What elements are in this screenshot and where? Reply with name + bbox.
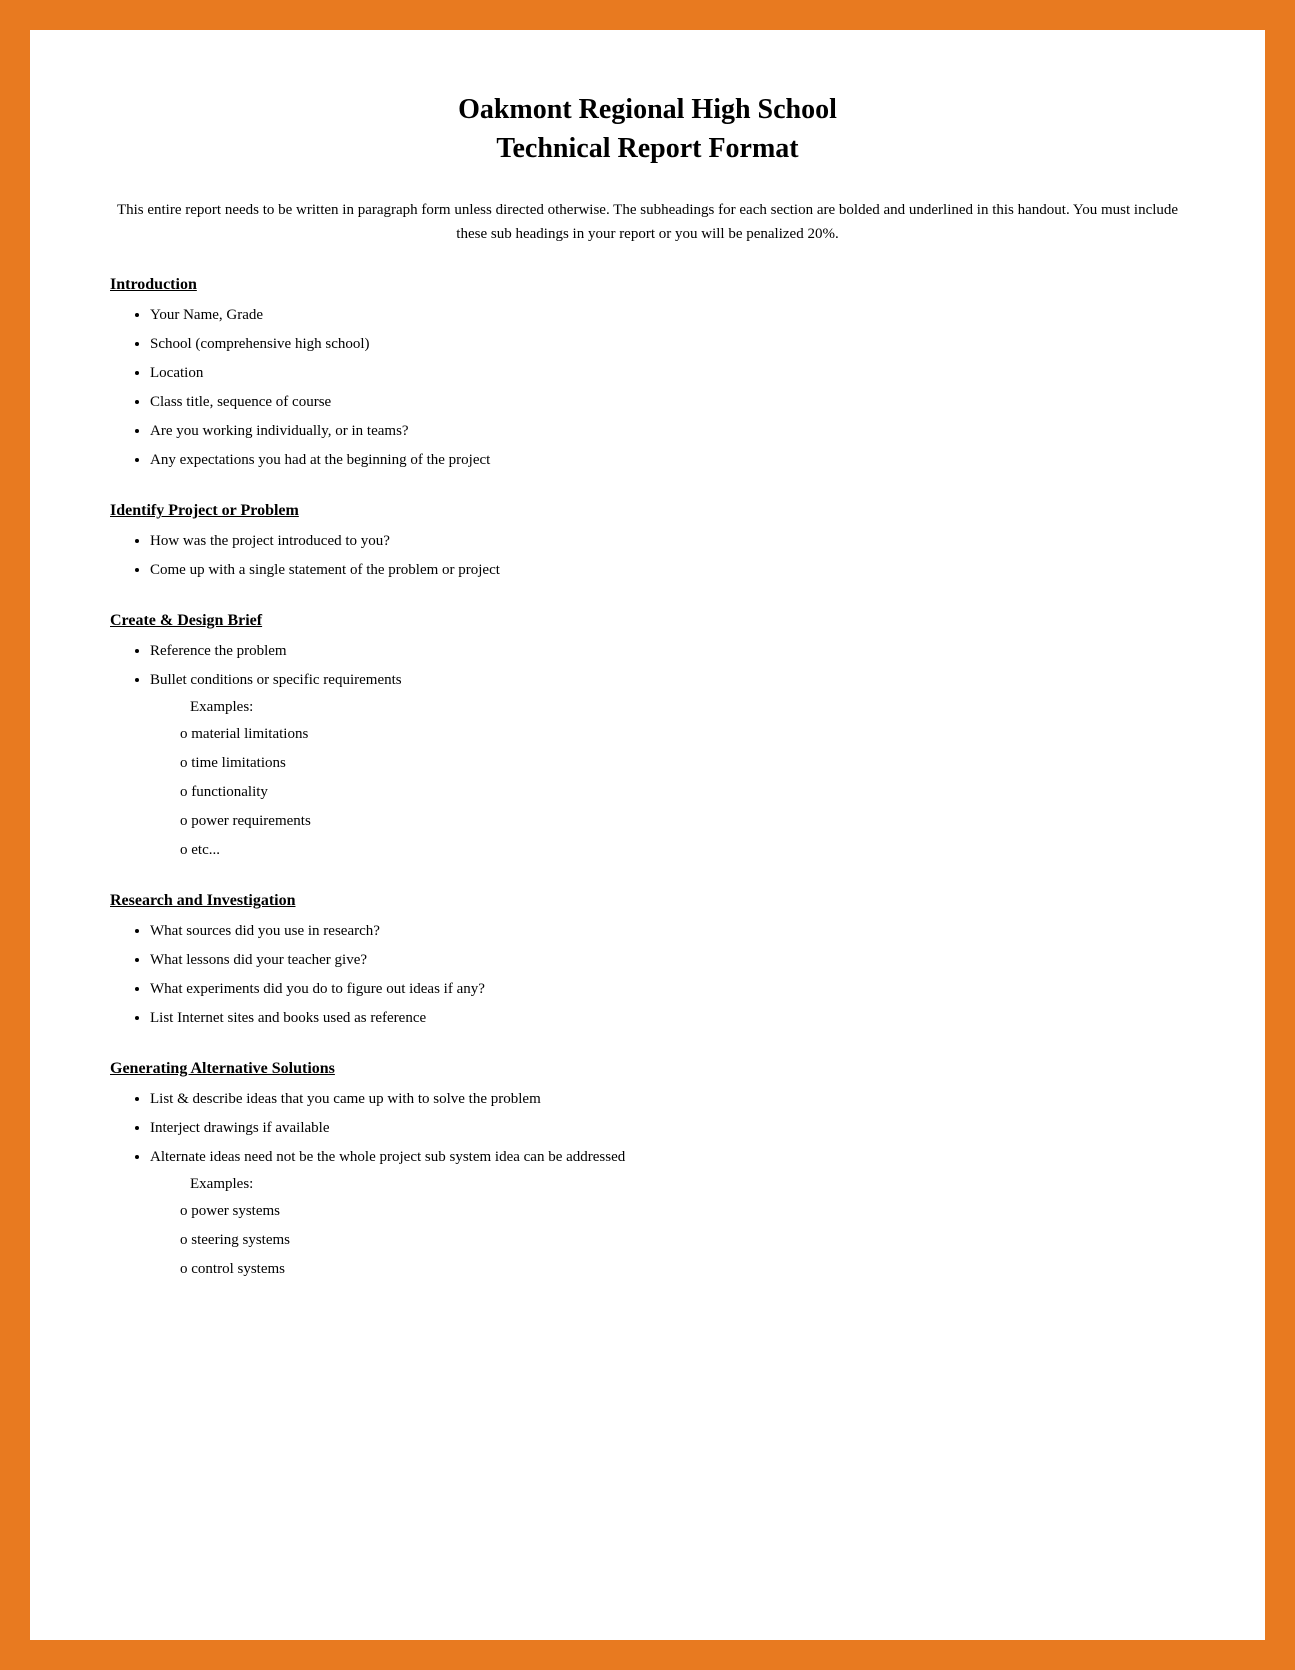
list-item: power requirements <box>180 808 1185 835</box>
list-item: School (comprehensive high school) <box>150 331 1185 358</box>
section-heading-research-investigation: Research and Investigation <box>110 892 1185 910</box>
list-item: control systems <box>180 1256 1185 1283</box>
list-item: Interject drawings if available <box>150 1115 1185 1142</box>
document: Oakmont Regional High School Technical R… <box>30 30 1265 1640</box>
document-title: Oakmont Regional High School Technical R… <box>110 90 1185 168</box>
section-heading-identify-project: Identify Project or Problem <box>110 502 1185 520</box>
generating-bullet-list: List & describe ideas that you came up w… <box>150 1086 1185 1283</box>
list-item: How was the project introduced to you? <box>150 528 1185 555</box>
list-item: functionality <box>180 779 1185 806</box>
page-wrapper: Oakmont Regional High School Technical R… <box>0 0 1295 1670</box>
document-intro: This entire report needs to be written i… <box>110 198 1185 246</box>
title-line2: Technical Report Format <box>110 129 1185 168</box>
title-line1: Oakmont Regional High School <box>110 90 1185 129</box>
list-item: steering systems <box>180 1227 1185 1254</box>
intro-bullet-list: Your Name, Grade School (comprehensive h… <box>150 302 1185 474</box>
list-item: Any expectations you had at the beginnin… <box>150 447 1185 474</box>
list-item: Reference the problem <box>150 638 1185 665</box>
list-item: List Internet sites and books used as re… <box>150 1005 1185 1032</box>
section-research-investigation: Research and Investigation What sources … <box>110 892 1185 1032</box>
list-item: Alternate ideas need not be the whole pr… <box>150 1144 1185 1283</box>
list-item: Location <box>150 360 1185 387</box>
list-item: Bullet conditions or specific requiremen… <box>150 667 1185 864</box>
section-heading-create-design-brief: Create & Design Brief <box>110 612 1185 630</box>
alt-solutions-sub-list: power systems steering systems control s… <box>180 1198 1185 1283</box>
list-item: Class title, sequence of course <box>150 389 1185 416</box>
design-brief-sub-list: material limitations time limitations fu… <box>180 721 1185 864</box>
list-item: material limitations <box>180 721 1185 748</box>
examples-label: Examples: <box>190 694 1185 721</box>
identify-bullet-list: How was the project introduced to you? C… <box>150 528 1185 584</box>
section-heading-introduction: Introduction <box>110 276 1185 294</box>
list-item: Come up with a single statement of the p… <box>150 557 1185 584</box>
list-item: List & describe ideas that you came up w… <box>150 1086 1185 1113</box>
design-brief-bullet-list: Reference the problem Bullet conditions … <box>150 638 1185 864</box>
list-item: power systems <box>180 1198 1185 1225</box>
section-generating-alternative-solutions: Generating Alternative Solutions List & … <box>110 1060 1185 1283</box>
list-item: What lessons did your teacher give? <box>150 947 1185 974</box>
section-identify-project: Identify Project or Problem How was the … <box>110 502 1185 584</box>
list-item: What sources did you use in research? <box>150 918 1185 945</box>
list-item: time limitations <box>180 750 1185 777</box>
examples-label-alt: Examples: <box>190 1171 1185 1198</box>
section-introduction: Introduction Your Name, Grade School (co… <box>110 276 1185 474</box>
research-bullet-list: What sources did you use in research? Wh… <box>150 918 1185 1032</box>
section-heading-generating-alternative-solutions: Generating Alternative Solutions <box>110 1060 1185 1078</box>
list-item: Your Name, Grade <box>150 302 1185 329</box>
list-item: etc... <box>180 837 1185 864</box>
list-item: What experiments did you do to figure ou… <box>150 976 1185 1003</box>
list-item: Are you working individually, or in team… <box>150 418 1185 445</box>
section-create-design-brief: Create & Design Brief Reference the prob… <box>110 612 1185 864</box>
